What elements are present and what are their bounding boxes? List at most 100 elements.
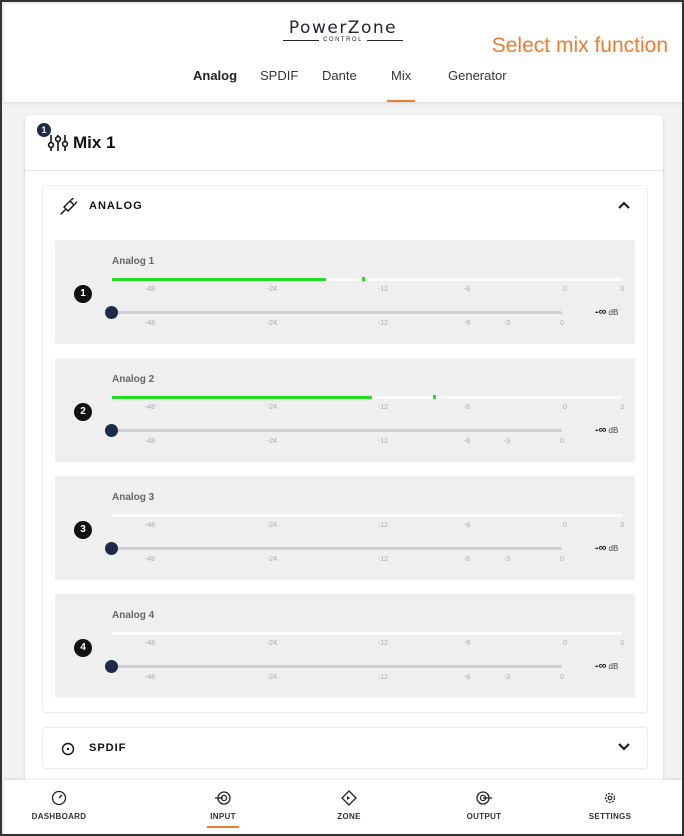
channel-number-badge: 4 bbox=[74, 639, 92, 657]
channel-name: Analog 4 bbox=[112, 610, 155, 621]
meter-tick-label: -12 bbox=[377, 522, 389, 529]
peak-indicator bbox=[361, 277, 365, 281]
tab-analog[interactable]: Analog bbox=[193, 68, 237, 102]
mixer-sliders-icon bbox=[47, 135, 69, 151]
channel-name: Analog 3 bbox=[112, 492, 155, 503]
nav-zone-label: ZONE bbox=[337, 812, 361, 821]
level-meter-fill bbox=[112, 396, 373, 399]
nav-dashboard-label: DASHBOARD bbox=[31, 812, 87, 821]
fader-tick-label: -6 bbox=[463, 438, 471, 445]
meter-tick-label: -12 bbox=[377, 404, 389, 411]
analog-section: ANALOG Analog 1 1 -48 -24 -12 -6 0 3 -48 -24 -12 -6… bbox=[42, 185, 648, 713]
app-frame: PowerZone CONTROL Select mix function An… bbox=[0, 0, 684, 836]
fader-knob[interactable] bbox=[105, 542, 118, 555]
bottom-nav: DASHBOARD INPUT ZONE OUTPUT SETTINGS bbox=[4, 780, 682, 834]
fader-tick-label: -48 bbox=[144, 320, 156, 327]
fader-track[interactable] bbox=[112, 429, 562, 432]
analog-section-label: ANALOG bbox=[89, 200, 143, 212]
channel-name: Analog 2 bbox=[112, 374, 155, 385]
fader-tick-label: -6 bbox=[463, 320, 471, 327]
meter-tick-label: 0 bbox=[563, 640, 567, 647]
fader-db-unit: dB bbox=[608, 426, 619, 435]
fader-db-unit: dB bbox=[608, 662, 619, 671]
spdif-section-header[interactable]: SPDIF bbox=[43, 728, 647, 768]
fader-tick-label: -3 bbox=[503, 556, 511, 563]
channel-strip: Analog 1 1 -48 -24 -12 -6 0 3 -48 -24 -12 -6 -3 0 -∞ dB bbox=[55, 240, 635, 344]
meter-tick-label: 3 bbox=[620, 640, 624, 647]
meter-tick-label: 3 bbox=[620, 522, 624, 529]
meter-tick-label: -48 bbox=[144, 522, 156, 529]
spdif-section: SPDIF bbox=[42, 727, 648, 769]
level-meter-fill bbox=[112, 278, 327, 281]
header: PowerZone CONTROL Select mix function An… bbox=[4, 4, 682, 102]
fader-tick-label: 0 bbox=[560, 438, 564, 445]
tab-dante[interactable]: Dante bbox=[322, 68, 357, 102]
cable-plug-icon bbox=[60, 198, 77, 215]
fader-db-readout: -∞ dB bbox=[595, 660, 618, 672]
fader-track[interactable] bbox=[112, 665, 562, 668]
tab-generator[interactable]: Generator bbox=[448, 68, 507, 102]
meter-tick-label: 3 bbox=[620, 404, 624, 411]
fader-db-value: -∞ bbox=[595, 424, 607, 436]
nav-dashboard[interactable]: DASHBOARD bbox=[9, 780, 109, 834]
meter-tick-label: -24 bbox=[266, 286, 278, 293]
meter-tick-label: -24 bbox=[266, 404, 278, 411]
mix-card: 1 Mix 1 ANALOG Analog 1 1 -48 -24 -12 -6… bbox=[25, 115, 663, 785]
input-icon bbox=[215, 791, 231, 805]
nav-settings-label: SETTINGS bbox=[588, 812, 632, 821]
channel-number-badge: 1 bbox=[74, 285, 92, 303]
fader-db-unit: dB bbox=[608, 308, 619, 317]
output-icon bbox=[476, 791, 492, 805]
fader-tick-label: 0 bbox=[560, 674, 564, 681]
fader-db-value: -∞ bbox=[595, 542, 607, 554]
meter-tick-label: -6 bbox=[463, 404, 471, 411]
chevron-up-icon[interactable] bbox=[617, 200, 631, 210]
peak-indicator bbox=[433, 395, 437, 399]
meter-tick-label: 0 bbox=[563, 404, 567, 411]
fader-tick-label: -24 bbox=[266, 674, 278, 681]
channel-strip: Analog 3 3 -48 -24 -12 -6 0 3 -48 -24 -12 -6 -3 0 -∞ dB bbox=[55, 476, 635, 580]
level-meter-track bbox=[112, 632, 622, 635]
channel-strip: Analog 2 2 -48 -24 -12 -6 0 3 -48 -24 -12 -6 -3 0 -∞ dB bbox=[55, 358, 635, 462]
meter-tick-label: -6 bbox=[463, 286, 471, 293]
meter-tick-label: -12 bbox=[377, 286, 389, 293]
meter-tick-label: -48 bbox=[144, 286, 156, 293]
fader-tick-label: -12 bbox=[377, 438, 389, 445]
mix-card-header: 1 Mix 1 bbox=[25, 115, 663, 171]
fader-tick-label: -12 bbox=[377, 320, 389, 327]
nav-input[interactable]: INPUT bbox=[173, 780, 273, 834]
channel-number-badge: 3 bbox=[74, 521, 92, 539]
gear-icon bbox=[604, 792, 616, 804]
spdif-section-label: SPDIF bbox=[89, 742, 127, 754]
meter-tick-label: 0 bbox=[563, 286, 567, 293]
fader-tick-label: -3 bbox=[503, 320, 511, 327]
meter-tick-label: -48 bbox=[144, 404, 156, 411]
fader-knob[interactable] bbox=[105, 306, 118, 319]
fader-knob[interactable] bbox=[105, 424, 118, 437]
nav-settings[interactable]: SETTINGS bbox=[560, 780, 660, 834]
nav-zone[interactable]: ZONE bbox=[299, 780, 399, 834]
meter-tick-label: 0 bbox=[563, 522, 567, 529]
nav-input-label: INPUT bbox=[210, 812, 236, 821]
tab-spdif[interactable]: SPDIF bbox=[260, 68, 298, 102]
fader-tick-label: -12 bbox=[377, 556, 389, 563]
fader-tick-label: 0 bbox=[560, 556, 564, 563]
zone-icon bbox=[341, 790, 357, 806]
meter-tick-label: -24 bbox=[266, 640, 278, 647]
fader-knob[interactable] bbox=[105, 660, 118, 673]
fader-db-readout: -∞ dB bbox=[595, 424, 618, 436]
chevron-down-icon[interactable] bbox=[617, 742, 631, 752]
fader-track[interactable] bbox=[112, 311, 562, 314]
fader-tick-label: -3 bbox=[503, 438, 511, 445]
tab-mix[interactable]: Mix bbox=[386, 68, 416, 102]
circle-dot-icon bbox=[61, 742, 75, 756]
fader-tick-label: -3 bbox=[503, 674, 511, 681]
nav-output[interactable]: OUTPUT bbox=[434, 780, 534, 834]
analog-section-header[interactable]: ANALOG bbox=[43, 186, 647, 226]
mix-title: Mix 1 bbox=[73, 133, 116, 152]
fader-tick-label: -6 bbox=[463, 674, 471, 681]
gauge-icon bbox=[51, 790, 67, 806]
fader-tick-label: -24 bbox=[266, 320, 278, 327]
logo-sub: CONTROL bbox=[323, 37, 363, 43]
fader-track[interactable] bbox=[112, 547, 562, 550]
